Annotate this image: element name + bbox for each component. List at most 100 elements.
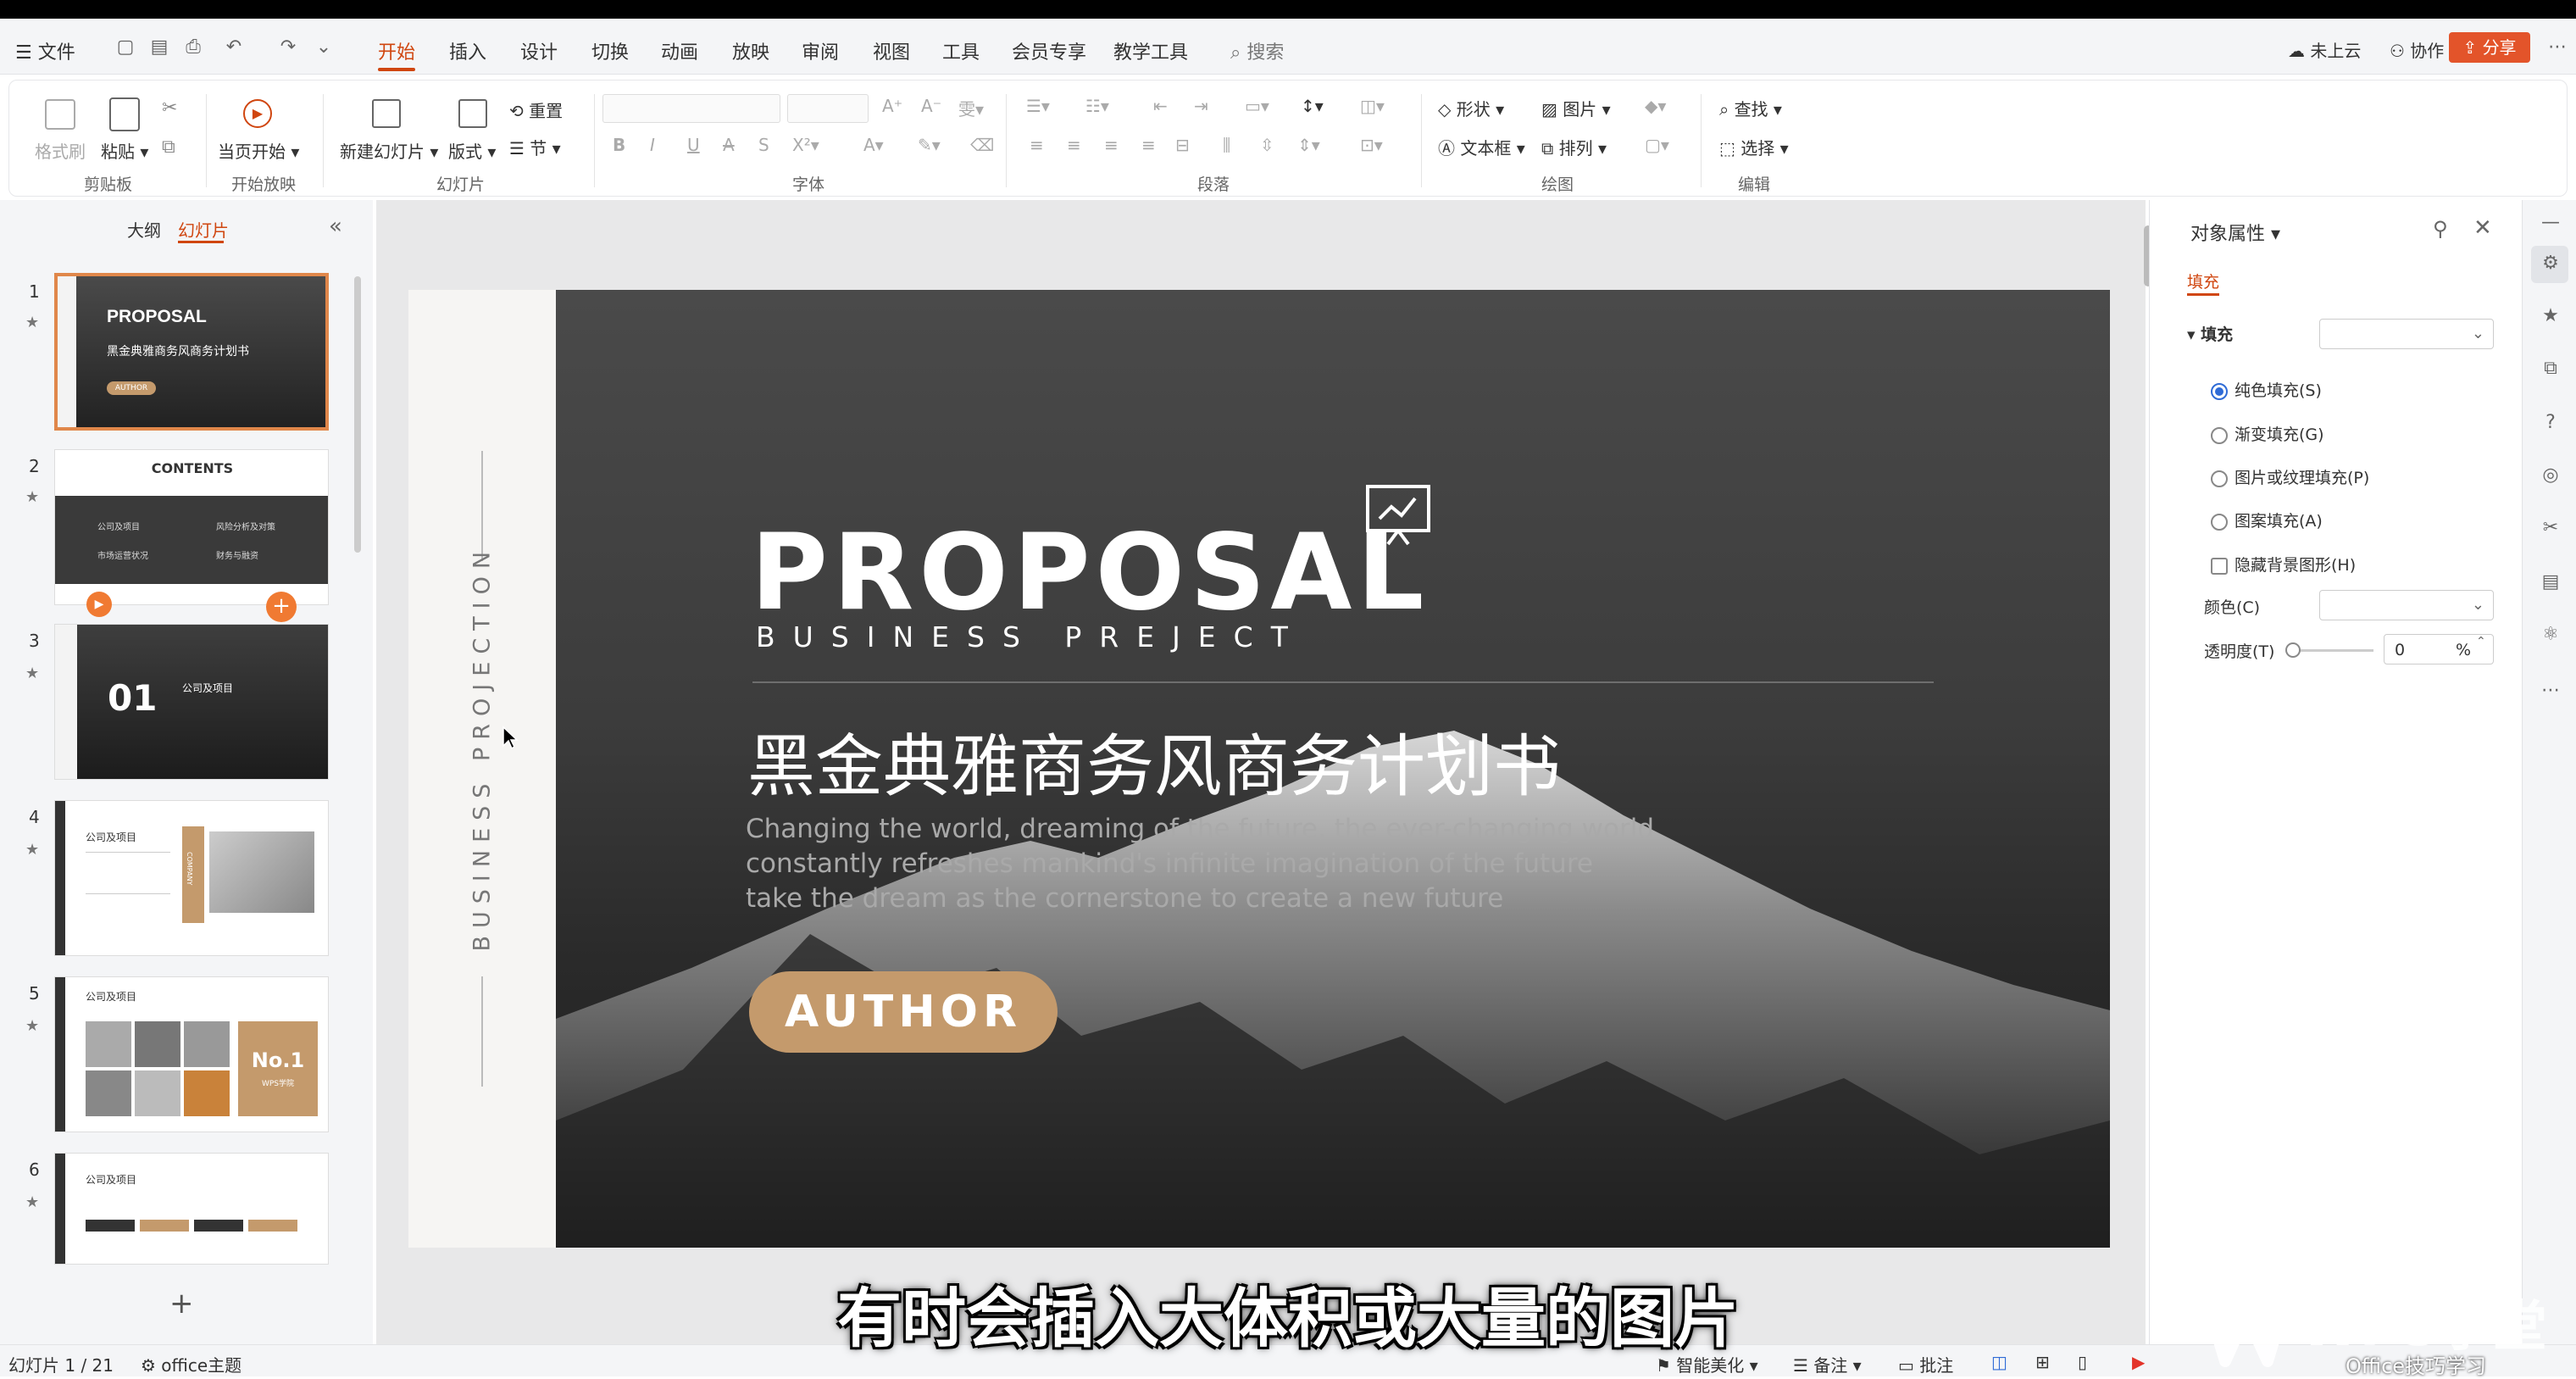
tools-icon[interactable]: ✂ [2540, 517, 2562, 539]
fill-color-button[interactable]: ◆▾ [1645, 96, 1666, 116]
tab-slides[interactable]: 幻灯片 [178, 217, 229, 242]
radio-picture-fill[interactable]: 图片或纹理填充(P) [2211, 465, 2369, 488]
section-button[interactable]: ☰ 节 ▾ [509, 135, 561, 159]
pin-icon[interactable]: ⚲ [2433, 217, 2448, 241]
cloud-status[interactable]: ☁ 未上云 [2288, 37, 2361, 62]
slide-title[interactable]: PROPOSAL [751, 512, 1429, 634]
properties-icon[interactable]: ⚙ [2540, 253, 2562, 275]
clear-format-icon[interactable]: ⌫ [970, 135, 994, 155]
align-text-button[interactable]: ⊡▾ [1360, 135, 1383, 155]
transition-icon[interactable]: ⧉ [2540, 358, 2562, 380]
book-icon[interactable]: ▤ [2540, 571, 2562, 593]
minimize-rail-icon[interactable]: — [2540, 212, 2562, 234]
radio-pattern-fill[interactable]: 图案填充(A) [2211, 509, 2323, 531]
format-painter-button[interactable]: 格式刷 [35, 138, 86, 163]
indent-decrease-icon[interactable]: ⇤ [1153, 96, 1168, 116]
collapse-pane-icon[interactable]: « [329, 214, 342, 239]
numbering-button[interactable]: ☷▾ [1085, 96, 1109, 116]
justify-icon[interactable]: ≡ [1141, 135, 1156, 155]
distribute-icon[interactable]: ⊟ [1175, 135, 1190, 155]
collab-button[interactable]: ⚇ 协作 [2390, 37, 2444, 62]
tab-review[interactable]: 审阅 [802, 37, 839, 64]
author-button[interactable]: AUTHOR [749, 971, 1058, 1053]
select-button[interactable]: ⬚ 选择 ▾ [1719, 135, 1789, 159]
font-grow-button[interactable]: A⁺ [882, 96, 902, 116]
highlight-button[interactable]: ✎▾ [918, 135, 941, 155]
redo-icon[interactable]: ↷ [276, 36, 300, 59]
slide-subtitle[interactable]: BUSINESS PREJECT [756, 620, 1306, 653]
color-dropdown[interactable]: ⌄ [2319, 590, 2494, 620]
strikethrough-button[interactable]: A [723, 135, 735, 155]
reset-button[interactable]: ⟲ 重置 [509, 97, 563, 122]
close-icon[interactable]: ✕ [2473, 215, 2492, 241]
radio-solid-fill[interactable]: 纯色填充(S) [2211, 378, 2322, 401]
bullets-button[interactable]: ☰▾ [1026, 96, 1050, 116]
save-icon[interactable]: ▢ [114, 36, 137, 59]
thumb-slide-2[interactable]: CONTENTS 公司及项目 风险分析及对策 市场运营状况 财务与融资 [54, 449, 329, 605]
align-center-icon[interactable]: ≡ [1067, 135, 1081, 155]
paragraph-spacing-icon[interactable]: ⇳ [1260, 135, 1274, 155]
animation-icon[interactable]: ★ [2540, 305, 2562, 327]
tab-outline[interactable]: 大纲 [127, 217, 161, 242]
thumbnail-scrollbar[interactable] [354, 276, 361, 553]
underline-button[interactable]: U [687, 135, 700, 155]
cut-icon[interactable]: ✂ [162, 97, 177, 119]
thumb-slide-6[interactable]: 公司及项目 [54, 1153, 329, 1265]
italic-button[interactable]: I [650, 135, 655, 155]
tab-teaching[interactable]: 教学工具 [1113, 37, 1188, 64]
design-icon[interactable]: ◎ [2540, 464, 2562, 487]
share-icon[interactable]: ⚛ [2540, 624, 2562, 646]
template-icon[interactable]: ▤ [147, 36, 171, 59]
indent-increase-icon[interactable]: ⇥ [1194, 96, 1208, 116]
tab-member[interactable]: 会员专享 [1012, 37, 1086, 64]
tab-tools[interactable]: 工具 [942, 37, 980, 64]
superscript-button[interactable]: X²▾ [792, 135, 819, 155]
transparency-input[interactable]: 0 % ⌃ [2384, 634, 2494, 664]
shadow-text-button[interactable]: S [758, 135, 769, 155]
font-shrink-button[interactable]: A⁻ [921, 96, 941, 116]
convert-smartart-button[interactable]: ◫▾ [1360, 96, 1385, 116]
print-icon[interactable]: ⎙ [181, 36, 205, 59]
font-size-select[interactable] [787, 94, 869, 123]
textbox-button[interactable]: Ⓐ 文本框 ▾ [1438, 135, 1525, 159]
tab-transition[interactable]: 切换 [591, 37, 629, 64]
play-from-current-button[interactable]: 当页开始 ▾ [218, 138, 299, 163]
thumb-slide-4[interactable]: 公司及项目 COMPANY [54, 800, 329, 956]
new-slide-button[interactable]: 新建幻灯片 ▾ [340, 138, 438, 163]
align-left-icon[interactable]: ≡ [1030, 135, 1044, 155]
font-name-select[interactable] [602, 94, 780, 123]
shape-button[interactable]: ◇ 形状 ▾ [1438, 96, 1504, 120]
more-tools-icon[interactable]: ⋯ [2540, 680, 2562, 702]
align-right-icon[interactable]: ≡ [1104, 135, 1119, 155]
column-icon[interactable]: ⫼ [1223, 135, 1230, 155]
find-button[interactable]: ⌕ 查找 ▾ [1719, 96, 1782, 120]
thumb-slide-5[interactable]: 公司及项目 No.1 WPS学院 [54, 976, 329, 1132]
transparency-slider-thumb[interactable] [2285, 642, 2301, 658]
more-options-icon[interactable]: ⋯ [2545, 36, 2569, 59]
slide-cn-title[interactable]: 黑金典雅商务风商务计划书 [747, 712, 1561, 810]
add-slide-icon[interactable]: + [266, 592, 297, 622]
spinner-icon[interactable]: ⌃ [2476, 635, 2486, 648]
transparency-slider-track[interactable] [2289, 649, 2373, 652]
line-spacing-button[interactable]: ↕▾ [1301, 96, 1324, 116]
share-button[interactable]: ⇪ 分享 [2449, 32, 2530, 63]
copy-icon[interactable]: ⧉ [162, 136, 175, 158]
tab-insert[interactable]: 插入 [449, 37, 486, 64]
bold-button[interactable]: B [613, 135, 625, 155]
hide-background-checkbox[interactable]: 隐藏背景图形(H) [2211, 553, 2356, 576]
tab-home[interactable]: 开始 [378, 37, 415, 64]
layout-button[interactable]: 版式 ▾ [448, 138, 496, 163]
play-slide-icon[interactable]: ▶ [86, 592, 112, 617]
slide-body[interactable]: Changing the world, dreaming of the futu… [746, 812, 1654, 916]
font-color-button[interactable]: A▾ [863, 135, 884, 155]
undo-icon[interactable]: ↶ [222, 36, 246, 59]
arrange-button[interactable]: ⧉ 排列 ▾ [1541, 135, 1607, 159]
line-spacing-menu-button[interactable]: ⇕▾ [1297, 135, 1320, 155]
file-menu[interactable]: ☰ 文件 [15, 37, 75, 64]
tab-slideshow[interactable]: 放映 [732, 37, 769, 64]
tab-view[interactable]: 视图 [873, 37, 910, 64]
tab-animation[interactable]: 动画 [661, 37, 698, 64]
more-icon[interactable]: ⌄ [312, 36, 336, 59]
thumb-slide-3[interactable]: 01 公司及项目 [54, 624, 329, 780]
fill-preset-dropdown[interactable]: ⌄ [2319, 319, 2494, 349]
